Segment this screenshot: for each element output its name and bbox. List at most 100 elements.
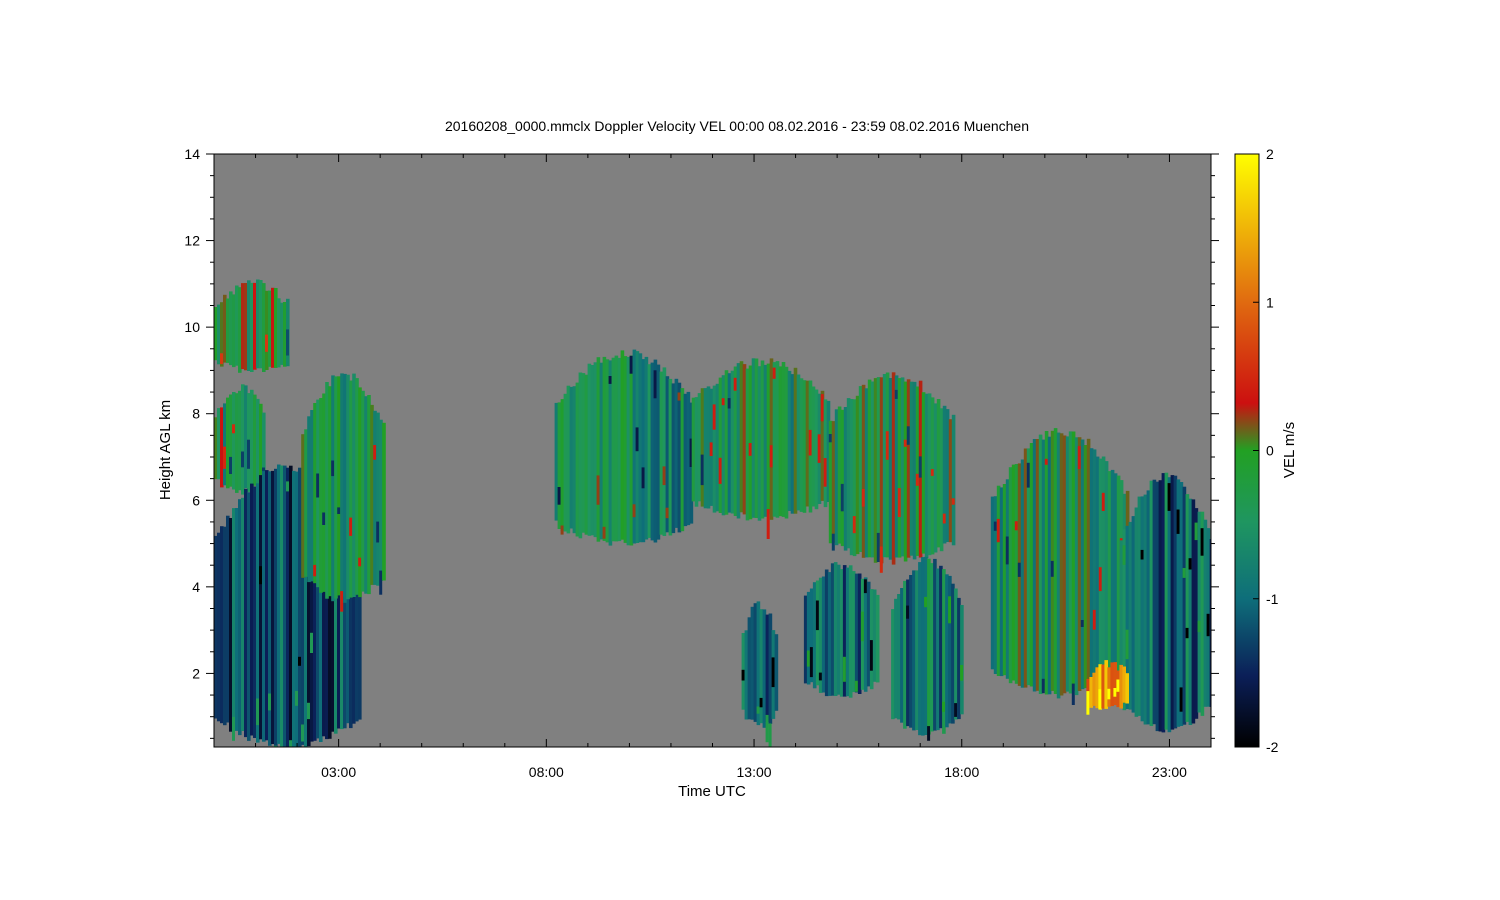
echo-streak [733,377,737,391]
echo-streak [854,680,858,692]
echo-streak [641,467,645,489]
echo-streak [766,509,770,539]
echo-streak [1188,558,1192,570]
echo-streak [960,605,964,715]
echo-streak [903,439,907,447]
echo-streak [220,353,223,365]
echo-streak [1140,549,1144,560]
echo-streak [322,512,326,525]
echo-streak [1014,521,1018,531]
echo-streak [927,726,931,741]
echo-streak [951,498,955,505]
echo-region [301,373,386,612]
echo-streak [948,596,952,624]
colorbar-tick-label: 1 [1266,294,1274,310]
echo-streak [358,557,362,567]
echo-streak [1113,688,1117,697]
echo-streak [337,507,341,514]
echo-streak [259,566,262,585]
echo-streak [1101,492,1105,511]
x-axis-label: Time UTC [678,783,746,800]
echo-streak [897,488,901,517]
echo-streak [852,516,856,534]
echo-streak [828,434,832,443]
echo-streak [741,669,745,681]
echo-streak [331,460,335,477]
echo-streak [942,513,946,524]
echo-streak [232,716,235,741]
echo-streak [1080,620,1084,627]
echo-streak [1092,609,1096,630]
echo-streak [906,605,910,619]
echo-streak [906,426,910,445]
echo-streak [268,693,271,711]
echo-streak [712,404,716,430]
echo-streak [1179,687,1183,712]
echo-streak [557,487,561,505]
echo-streak [316,473,320,498]
echo-streak [256,698,259,726]
echo-streak [817,434,821,463]
echo-streak [1125,673,1129,704]
echo-streak [307,702,310,720]
echo-streak [295,690,298,706]
echo-streak [608,376,612,384]
echo-streak [1125,629,1129,660]
echo-streak [918,456,922,478]
echo-streak [879,546,883,573]
echo-streak [301,724,304,742]
echo-streak [1176,509,1180,534]
echo-streak [379,570,383,595]
echo-streak [1098,689,1102,710]
echo-streak [756,706,760,714]
echo-streak [860,611,864,642]
echo-streak [229,456,232,474]
echo-streak [1026,462,1030,488]
colorbar-tick-label: 0 [1266,443,1274,459]
x-tick-label: 18:00 [944,764,979,780]
echo-streak [769,445,773,468]
echo-streak [289,740,292,747]
echo-streak [310,632,313,653]
echo-streak [653,370,657,399]
echo-streak [700,454,704,486]
echo-streak [560,525,564,535]
echo-streak [596,475,600,505]
echo-streak [313,564,317,577]
y-axis-label: Height AGL km [157,400,174,500]
y-tick-label: 8 [192,406,200,422]
echo-streak [806,650,810,667]
y-tick-label: 14 [184,146,200,162]
echo-streak [960,665,964,681]
echo-streak [1200,528,1204,556]
echo-streak [286,329,289,356]
echo-streak [809,647,813,678]
echo-streak [298,656,301,666]
echo-streak [349,517,353,536]
x-tick-label: 03:00 [321,764,356,780]
echo-streak [662,466,666,486]
echo-streak [1098,567,1102,592]
x-tick-label: 23:00 [1152,764,1187,780]
echo-streak [894,389,898,399]
echo-streak [376,521,380,543]
echo-streak [382,422,386,581]
echo-streak [748,443,752,456]
echo-streak [265,334,268,352]
x-tick-label: 08:00 [529,764,564,780]
echo-region [803,562,880,698]
echo-streak [823,458,827,487]
echo-streak [1116,679,1120,692]
echo-streak [721,398,725,406]
echo-streak [915,473,919,486]
echo-streak [831,533,835,551]
colorbar-tick-label: -2 [1266,739,1279,755]
echo-streak [774,634,779,711]
echo-streak [1071,683,1075,705]
echo-streak [340,591,344,612]
echo-streak [771,657,775,688]
y-tick-label: 12 [184,233,200,249]
colorbar-label: VEL m/s [1281,422,1298,478]
echo-streak [759,697,763,708]
echo-streak [632,504,636,518]
